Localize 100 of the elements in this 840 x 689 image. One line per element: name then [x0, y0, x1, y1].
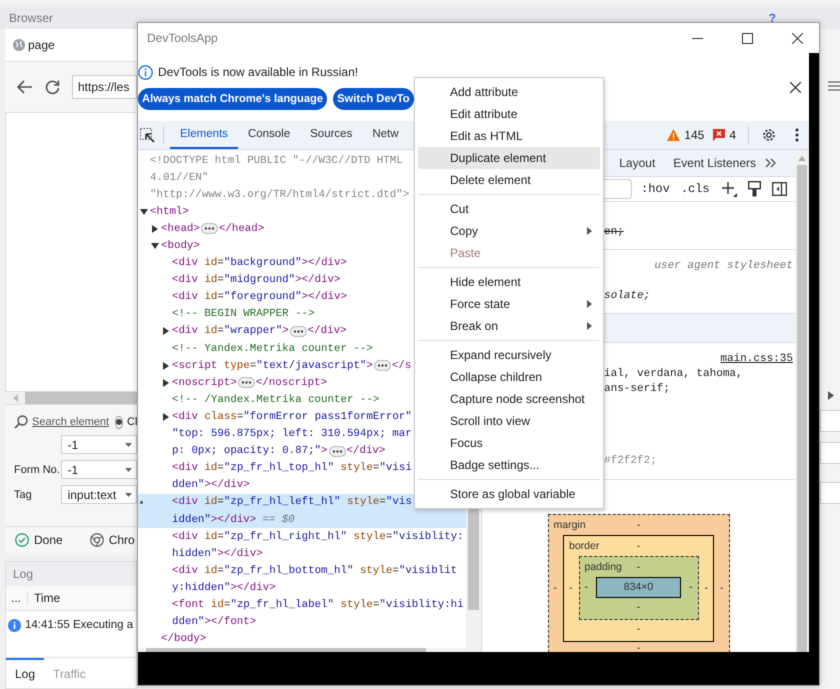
menu-item[interactable]: Delete element: [418, 169, 600, 191]
tree-row[interactable]: <div id="zp_fr_hl_bottom_hl" style="visiblit y:hidden"></div>: [138, 562, 466, 596]
close-icon[interactable]: [790, 82, 801, 92]
code-line: y:hidden"></div>: [172, 582, 276, 594]
stylesheet-link[interactable]: main.css:35: [720, 353, 793, 365]
dropdown[interactable]: -1: [60, 460, 137, 479]
warning-icon[interactable]: [667, 129, 680, 141]
browser-tab[interactable]: page: [5, 38, 63, 52]
close-icon[interactable]: [792, 32, 803, 44]
menu-item[interactable]: Add attribute: [418, 81, 600, 103]
box-value: -: [584, 581, 588, 593]
input-field[interactable]: [820, 442, 840, 464]
box-label: padding: [584, 560, 622, 572]
input-field[interactable]: [820, 410, 840, 432]
panel-title: Browser: [9, 11, 54, 25]
column-header[interactable]: ...: [6, 591, 28, 605]
menu-item[interactable]: Hide element: [418, 271, 600, 293]
code-line: hidden"></div>: [172, 548, 263, 560]
code-line: <div id="zp_fr_hl_bottom_hl" style="visiblit: [172, 564, 458, 577]
box-value: -: [704, 582, 708, 594]
info-icon: [138, 64, 153, 80]
inspect-icon[interactable]: [140, 128, 155, 142]
code-line: <div id="zp_fr_hl_left_hl" style="vis: [172, 496, 412, 508]
code-line: 4.01//EN": [150, 172, 208, 184]
back-arrow-icon[interactable]: [17, 80, 33, 94]
column-header[interactable]: Time: [28, 591, 60, 605]
tab[interactable]: Console: [238, 121, 300, 149]
menu-item[interactable]: Edit as HTML: [418, 125, 600, 147]
tree-row[interactable]: <div id="zp_fr_hl_right_hl" style="visiblity: hidden"></div>: [138, 528, 466, 562]
triangle-down-icon[interactable]: [151, 242, 159, 250]
menu-icon[interactable]: [828, 81, 840, 91]
code-line: <div id="zp_fr_hl_top_hl" style="visi: [172, 462, 412, 474]
filter-toggle[interactable]: .cls: [680, 182, 710, 196]
menu-item[interactable]: Break on: [418, 315, 600, 337]
url-field[interactable]: https://les: [72, 75, 137, 99]
tab[interactable]: Log: [6, 658, 44, 688]
css-declaration: ial, verdana, tahoma,: [604, 368, 743, 380]
box-value: -: [636, 518, 640, 530]
code-line: <!DOCTYPE html PUBLIC "-//W3C//DTD HTML: [150, 154, 403, 167]
triangle-right-icon[interactable]: [151, 224, 159, 233]
tab[interactable]: Sources: [300, 121, 362, 149]
aperture-icon: [90, 533, 104, 547]
ellipsis-icon[interactable]: [290, 326, 307, 337]
css-declaration: solate;: [604, 290, 650, 302]
reload-icon[interactable]: [45, 80, 60, 94]
code-line: </head>: [218, 222, 264, 235]
search-element-link[interactable]: Search element: [32, 416, 110, 428]
stylesheet-source: user agent stylesheet: [654, 260, 793, 272]
filter-toggle[interactable]: :hov: [641, 182, 670, 196]
triangle-down-icon[interactable]: [140, 208, 148, 216]
chevron-double-right-icon[interactable]: [765, 158, 777, 168]
menu-item[interactable]: Cut: [418, 198, 600, 220]
dropdown[interactable]: input:text: [60, 485, 137, 504]
triangle-right-icon[interactable]: [162, 362, 170, 370]
menu-item[interactable]: Duplicate element: [418, 147, 600, 169]
sidebar-toggle-icon[interactable]: [772, 182, 787, 196]
tab[interactable]: Netw: [362, 121, 409, 149]
more-icon[interactable]: [795, 128, 799, 142]
settings-icon[interactable]: [761, 127, 777, 143]
submenu-arrow-icon: [587, 300, 592, 308]
plus-icon[interactable]: [720, 181, 737, 197]
tab[interactable]: Event Listeners: [664, 156, 765, 170]
code-line: </div>: [308, 325, 347, 338]
triangle-right-icon[interactable]: [162, 412, 170, 421]
tab[interactable]: Elements: [170, 121, 238, 149]
tree-row[interactable]: <font id="zp_fr_hl_label" style="visiblity:hi dden"></font>: [138, 596, 466, 631]
ellipsis-icon[interactable]: [328, 446, 346, 457]
error-icon[interactable]: [713, 129, 726, 141]
ellipsis-icon[interactable]: [200, 223, 218, 234]
code-line: <script type="text/javascript">: [172, 360, 373, 372]
language-button[interactable]: Always match Chrome's language: [138, 88, 328, 110]
code-line: idden"></div>: [172, 514, 256, 526]
help-button[interactable]: ?: [768, 11, 776, 25]
menu-item[interactable]: Expand recursively: [418, 344, 600, 366]
console-reference: == $0: [262, 514, 295, 526]
radio-button[interactable]: [115, 416, 124, 428]
triangle-right-icon[interactable]: [828, 391, 834, 400]
menu-item[interactable]: Badge settings...: [418, 454, 600, 476]
language-button[interactable]: Switch DevTo: [333, 88, 414, 110]
menu-item[interactable]: Focus: [418, 432, 600, 454]
menu-item[interactable]: Force state: [418, 293, 600, 315]
ellipsis-icon[interactable]: [374, 360, 391, 372]
info-message: DevTools is now available in Russian!: [158, 65, 358, 79]
dropdown[interactable]: -1: [60, 435, 137, 454]
scrollbar[interactable]: [795, 150, 809, 652]
triangle-right-icon[interactable]: [162, 378, 170, 387]
menu-item[interactable]: Copy: [418, 220, 600, 242]
paint-roller-icon[interactable]: [748, 181, 761, 197]
menu-item[interactable]: Collapse children: [418, 366, 600, 388]
menu-item[interactable]: Edit attribute: [418, 103, 600, 125]
box-label: margin: [554, 518, 586, 530]
menu-item[interactable]: Scroll into view: [418, 410, 600, 432]
ellipsis-icon[interactable]: [238, 377, 255, 388]
box-value: -: [720, 582, 724, 594]
menu-item[interactable]: Capture node screenshot: [418, 388, 600, 410]
tab[interactable]: Layout: [610, 156, 664, 170]
maximize-icon[interactable]: [742, 32, 753, 44]
input-field[interactable]: [820, 482, 840, 504]
triangle-right-icon[interactable]: [162, 327, 170, 336]
code-line: dden"></div>: [172, 479, 250, 492]
